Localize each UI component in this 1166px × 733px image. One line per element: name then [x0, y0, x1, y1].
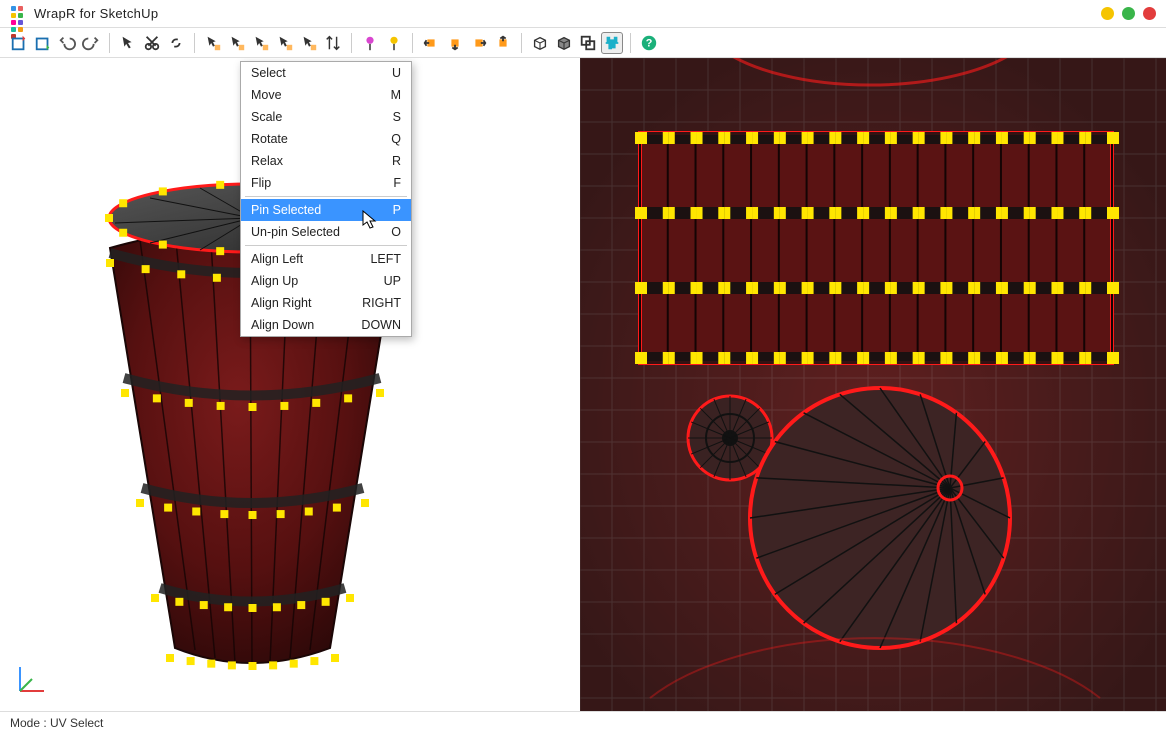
menu-item-un-pin-selected[interactable]: Un-pin Selected O — [241, 221, 411, 243]
scale-tool-icon[interactable] — [250, 32, 272, 54]
open-file-icon[interactable] — [32, 32, 54, 54]
menu-item-label: Move — [251, 88, 282, 102]
3d-viewport[interactable]: Select U Move M Scale S Rotate Q Relax R Flip F Pin … — [0, 58, 580, 711]
menu-item-shortcut: P — [393, 203, 401, 217]
menu-item-shortcut: UP — [384, 274, 401, 288]
menu-item-relax[interactable]: Relax R — [241, 150, 411, 172]
menu-item-rotate[interactable]: Rotate Q — [241, 128, 411, 150]
menu-item-shortcut: F — [393, 176, 401, 190]
menu-item-label: Align Down — [251, 318, 314, 332]
cube-wire-icon[interactable] — [529, 32, 551, 54]
menu-item-label: Pin Selected — [251, 203, 321, 217]
toolbar: ? — [0, 28, 1166, 58]
menu-item-flip[interactable]: Flip F — [241, 172, 411, 194]
menu-item-shortcut: R — [392, 154, 401, 168]
menu-item-label: Un-pin Selected — [251, 225, 340, 239]
align-left-icon[interactable] — [420, 32, 442, 54]
unpin-icon[interactable] — [383, 32, 405, 54]
menu-item-align-down[interactable]: Align Down DOWN — [241, 314, 411, 336]
relink-icon[interactable] — [165, 32, 187, 54]
mode-label: Mode : UV Select — [10, 716, 103, 730]
relax-tool-icon[interactable] — [274, 32, 296, 54]
align-up-icon[interactable] — [492, 32, 514, 54]
menu-item-shortcut: DOWN — [361, 318, 401, 332]
move-tool-icon[interactable] — [202, 32, 224, 54]
uv-layout-scene — [580, 58, 1166, 711]
minimize-button[interactable] — [1101, 7, 1114, 20]
rotate-tool-icon[interactable] — [226, 32, 248, 54]
align-down-icon[interactable] — [444, 32, 466, 54]
waveform-icon[interactable] — [601, 32, 623, 54]
cut-icon[interactable] — [141, 32, 163, 54]
pin-icon[interactable] — [359, 32, 381, 54]
menu-item-pin-selected[interactable]: Pin Selected P — [241, 199, 411, 221]
menu-item-label: Align Left — [251, 252, 303, 266]
menu-item-select[interactable]: Select U — [241, 62, 411, 84]
close-button[interactable] — [1143, 7, 1156, 20]
menu-item-align-up[interactable]: Align Up UP — [241, 270, 411, 292]
axis-gizmo-icon — [10, 661, 50, 701]
maximize-button[interactable] — [1122, 7, 1135, 20]
flip-tool-icon[interactable] — [322, 32, 344, 54]
menu-item-shortcut: S — [393, 110, 401, 124]
menu-item-shortcut: M — [391, 88, 401, 102]
menu-item-label: Align Up — [251, 274, 298, 288]
content: Select U Move M Scale S Rotate Q Relax R Flip F Pin … — [0, 58, 1166, 711]
window-controls — [1101, 7, 1156, 20]
overlay-icon[interactable] — [577, 32, 599, 54]
uv-viewport[interactable] — [580, 58, 1166, 711]
menu-item-label: Scale — [251, 110, 282, 124]
menu-item-move[interactable]: Move M — [241, 84, 411, 106]
menu-item-label: Flip — [251, 176, 271, 190]
menu-item-shortcut: LEFT — [370, 252, 401, 266]
align-right-icon[interactable] — [468, 32, 490, 54]
menu-item-label: Relax — [251, 154, 283, 168]
menu-item-label: Select — [251, 66, 286, 80]
redo-icon[interactable] — [80, 32, 102, 54]
select-arrow-icon[interactable] — [117, 32, 139, 54]
undo-icon[interactable] — [56, 32, 78, 54]
menu-item-shortcut: RIGHT — [362, 296, 401, 310]
statusbar: Mode : UV Select — [0, 711, 1166, 733]
save-file-icon[interactable] — [8, 32, 30, 54]
menu-item-shortcut: O — [391, 225, 401, 239]
menu-item-shortcut: Q — [391, 132, 401, 146]
titlebar: WrapR for SketchUp — [0, 0, 1166, 28]
menu-item-shortcut: U — [392, 66, 401, 80]
menu-item-align-right[interactable]: Align Right RIGHT — [241, 292, 411, 314]
context-menu[interactable]: Select U Move M Scale S Rotate Q Relax R Flip F Pin … — [240, 61, 412, 337]
app-logo-icon — [10, 5, 28, 23]
menu-item-scale[interactable]: Scale S — [241, 106, 411, 128]
help-icon[interactable]: ? — [638, 32, 660, 54]
cube-solid-icon[interactable] — [553, 32, 575, 54]
svg-text:?: ? — [646, 37, 653, 49]
brush-tool-icon[interactable] — [298, 32, 320, 54]
menu-item-align-left[interactable]: Align Left LEFT — [241, 248, 411, 270]
menu-item-label: Rotate — [251, 132, 288, 146]
app-title: WrapR for SketchUp — [34, 6, 158, 21]
menu-item-label: Align Right — [251, 296, 311, 310]
